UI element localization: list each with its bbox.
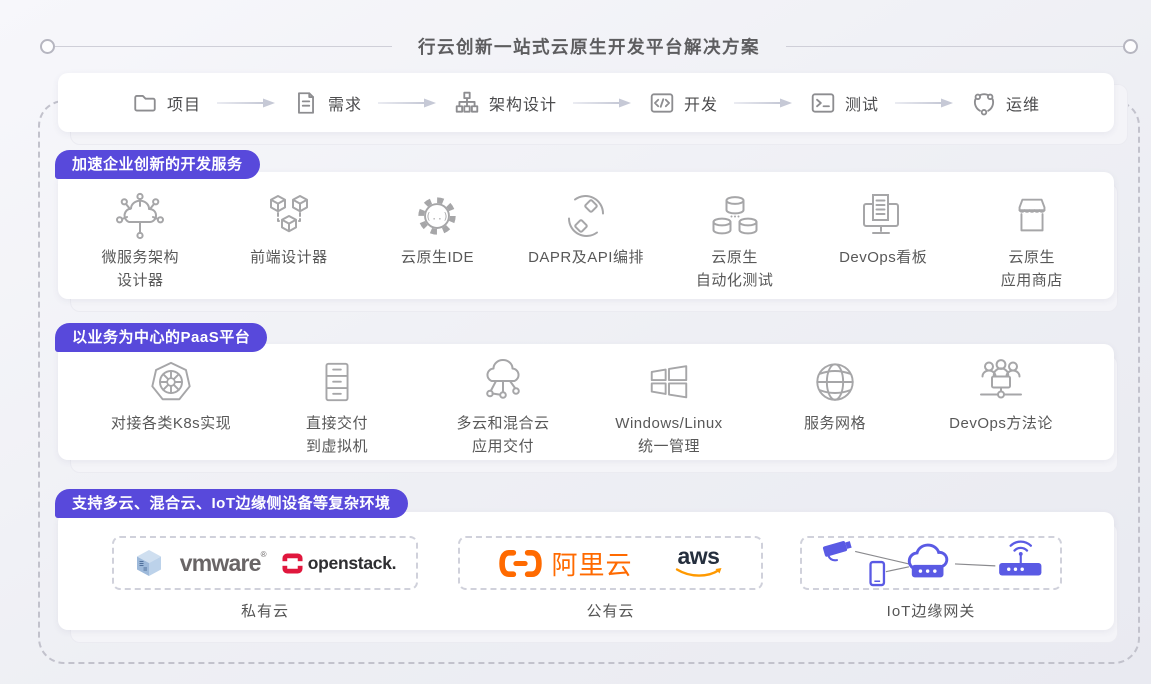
svg-text:(..): (..) — [426, 211, 449, 222]
section-paas-platform: 对接各类K8s实现 直接交付 到虚拟机 多云和混合云 应用交付 — [58, 344, 1114, 460]
service-item: 云原生 应用商店 — [957, 192, 1106, 292]
section-dev-services: 微服务架构 设计器 前端设计器 — [58, 172, 1114, 299]
service-item: 前端设计器 — [215, 192, 364, 270]
workflow-step-project: 项目 — [132, 90, 201, 116]
autotest-db-icon — [711, 192, 759, 240]
iot-topology — [811, 539, 1051, 587]
document-icon — [293, 90, 319, 116]
aws-smile-icon — [675, 567, 723, 579]
service-item-label: DevOps看板 — [839, 247, 927, 270]
openstack-logo: openstack. — [282, 553, 396, 574]
private-cloud-box: vmware® openstack. — [112, 536, 418, 590]
dapr-api-icon — [562, 192, 610, 240]
section-badge-dev-services: 加速企业创新的开发服务 — [55, 150, 260, 179]
iot-router-icon — [999, 542, 1041, 576]
devops-kanban-icon — [859, 192, 907, 240]
platform-item-label: 直接交付 到虚拟机 — [306, 413, 368, 458]
platform-item: 直接交付 到虚拟机 — [254, 358, 420, 458]
public-cloud-box: 阿里云 aws — [458, 536, 763, 590]
arrow-icon — [573, 97, 633, 109]
service-item-label: DAPR及API编排 — [528, 247, 644, 270]
folder-icon — [132, 90, 158, 116]
aws-logo-text: aws — [678, 547, 720, 567]
workflow-step-development: 开发 — [649, 90, 718, 116]
service-item: 云原生 自动化测试 — [660, 192, 809, 292]
section-environments: vmware® openstack. 私有云 阿里云 aws — [58, 512, 1114, 630]
workflow-step-requirements: 需求 — [293, 90, 362, 116]
alibaba-cloud-logo-text: 阿里云 — [551, 545, 632, 582]
openstack-logo-text: openstack. — [308, 553, 396, 574]
iot-edge-box — [800, 536, 1062, 590]
service-item: (..) 云原生IDE — [363, 192, 512, 270]
workflow-bar: 项目 需求 架构设计 — [58, 73, 1114, 132]
ops-cycle-icon — [971, 90, 997, 116]
service-item-label: 云原生IDE — [401, 247, 474, 270]
openstack-logo-icon — [282, 553, 303, 574]
platform-item-label: 服务网格 — [804, 413, 866, 436]
workflow-step-label: 运维 — [1006, 91, 1040, 115]
platform-item-label: 对接各类K8s实现 — [111, 413, 231, 436]
service-mesh-globe-icon — [812, 359, 858, 405]
page-title: 行云创新一站式云原生开发平台解决方案 — [392, 34, 786, 59]
workflow-step-label: 需求 — [328, 91, 362, 115]
hybrid-cloud-icon — [479, 358, 527, 406]
platform-item: 服务网格 — [752, 358, 918, 436]
windows-linux-icon — [646, 359, 692, 405]
service-item-label: 前端设计器 — [250, 247, 328, 270]
service-item-label: 云原生 自动化测试 — [696, 247, 774, 292]
workflow-step-label: 架构设计 — [489, 91, 557, 115]
service-item: 微服务架构 设计器 — [66, 192, 215, 292]
frontend-designer-icon — [265, 192, 313, 240]
arrow-icon — [734, 97, 794, 109]
platform-item: DevOps方法论 — [918, 358, 1084, 436]
private-cloud-label: 私有云 — [112, 600, 418, 621]
code-icon — [649, 90, 675, 116]
title-row: 行云创新一站式云原生开发平台解决方案 — [40, 34, 1138, 59]
alibaba-cloud-logo-icon — [498, 548, 543, 579]
aws-logo: aws — [675, 547, 723, 579]
workflow-step-label: 开发 — [684, 91, 718, 115]
service-item-label: 云原生 应用商店 — [1001, 247, 1063, 292]
kubernetes-icon — [148, 359, 194, 405]
workflow-step-label: 测试 — [845, 91, 879, 115]
section-badge-paas: 以业务为中心的PaaS平台 — [55, 323, 267, 352]
platform-item-label: DevOps方法论 — [949, 413, 1053, 436]
workflow-step-architecture: 架构设计 — [454, 90, 557, 116]
title-left-line-decoration — [55, 46, 392, 47]
platform-item-label: 多云和混合云 应用交付 — [456, 413, 549, 458]
architecture-icon — [454, 90, 480, 116]
workflow-step-testing: 测试 — [810, 90, 879, 116]
service-item: DAPR及API编排 — [512, 192, 661, 270]
platform-item-label: Windows/Linux 统一管理 — [615, 413, 722, 458]
title-right-circle-decoration — [1123, 39, 1138, 54]
vm-server-icon — [314, 359, 360, 405]
section-badge-environments: 支持多云、混合云、IoT边缘侧设备等复杂环境 — [55, 489, 408, 518]
cloud-ide-icon: (..) — [414, 193, 460, 239]
platform-item: Windows/Linux 统一管理 — [586, 358, 752, 458]
iot-edge-label: IoT边缘网关 — [800, 600, 1062, 621]
workflow-step-operations: 运维 — [971, 90, 1040, 116]
alibaba-cloud-logo: 阿里云 — [498, 545, 632, 582]
iot-camera-icon — [823, 539, 853, 560]
title-right-line-decoration — [786, 46, 1123, 47]
service-item-label: 微服务架构 设计器 — [102, 247, 180, 292]
solution-diagram: 行云创新一站式云原生开发平台解决方案 项目 需求 — [0, 0, 1151, 684]
microservice-architecture-icon — [116, 192, 164, 240]
vmware-logo: vmware® — [180, 550, 266, 577]
devops-team-icon — [977, 358, 1025, 406]
platform-item: 对接各类K8s实现 — [88, 358, 254, 436]
platform-item: 多云和混合云 应用交付 — [420, 358, 586, 458]
iot-cloud-gateway-icon — [909, 545, 947, 577]
vmware-cube-icon — [134, 548, 164, 578]
public-cloud-label: 公有云 — [458, 600, 763, 621]
arrow-icon — [217, 97, 277, 109]
arrow-icon — [895, 97, 955, 109]
arrow-icon — [378, 97, 438, 109]
app-store-icon — [1009, 193, 1055, 239]
title-left-circle-decoration — [40, 39, 55, 54]
service-item: DevOps看板 — [809, 192, 958, 270]
workflow-step-label: 项目 — [167, 91, 201, 115]
terminal-icon — [810, 90, 836, 116]
